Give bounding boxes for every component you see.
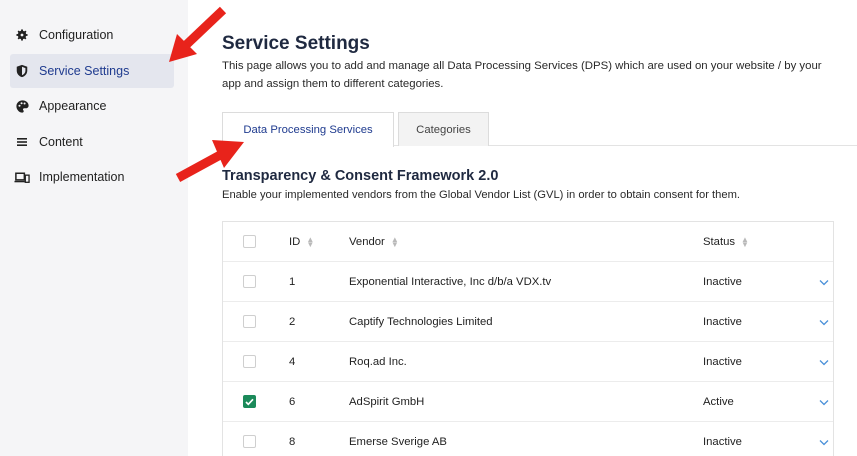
vendor-name: Exponential Interactive, Inc d/b/a VDX.t…: [349, 275, 552, 288]
sidebar-item-label: Content: [39, 135, 83, 149]
vendor-status: Inactive: [703, 315, 742, 328]
table-row[interactable]: 1 Exponential Interactive, Inc d/b/a VDX…: [223, 262, 833, 302]
sidebar-item-appearance[interactable]: Appearance: [10, 89, 174, 123]
vendor-name: Captify Technologies Limited: [349, 315, 493, 328]
tab-bar: Data Processing Services Categories: [222, 112, 857, 147]
sidebar-item-content[interactable]: Content: [10, 125, 174, 159]
page-title: Service Settings: [222, 33, 370, 54]
sidebar-item-implementation[interactable]: Implementation: [10, 160, 174, 194]
section-description: Enable your implemented vendors from the…: [222, 189, 741, 201]
vendor-table: ID ▲ ▼ Vendor ▲ ▼ Status ▲ ▼ 1 Exponential Int…: [222, 221, 834, 456]
table-row[interactable]: 2 Captify Technologies Limited Inactive: [223, 302, 833, 342]
row-checkbox[interactable]: [243, 355, 256, 368]
vendor-id: 2: [289, 315, 296, 328]
sidebar-item-service-settings[interactable]: Service Settings: [10, 54, 174, 88]
select-all-checkbox[interactable]: [243, 235, 256, 248]
vendor-status: Active: [703, 395, 734, 408]
vendor-id: 8: [289, 435, 296, 448]
column-header-vendor[interactable]: Vendor ▲ ▼: [349, 234, 399, 249]
sidebar: Configuration Service Settings Appearanc…: [0, 0, 188, 456]
main-content: Service Settings This page allows you to…: [188, 0, 857, 456]
vendor-status: Inactive: [703, 435, 742, 448]
page-description: This page allows you to add and manage a…: [222, 60, 822, 90]
column-header-id[interactable]: ID ▲ ▼: [289, 234, 315, 249]
shield-icon: [14, 63, 30, 79]
sidebar-item-configuration[interactable]: Configuration: [10, 18, 174, 52]
vendor-name: Roq.ad Inc.: [349, 355, 407, 368]
chevron-down-icon[interactable]: [819, 317, 829, 329]
vendor-id: 1: [289, 275, 296, 288]
sort-icon: ▲ ▼: [741, 234, 749, 249]
chevron-down-icon[interactable]: [819, 437, 829, 449]
row-checkbox[interactable]: [243, 435, 256, 448]
sidebar-item-label: Configuration: [39, 28, 114, 42]
row-checkbox-checked[interactable]: [243, 395, 256, 408]
vendor-name: Emerse Sverige AB: [349, 435, 447, 448]
tab-categories[interactable]: Categories: [398, 112, 489, 146]
palette-icon: [14, 98, 30, 114]
row-checkbox[interactable]: [243, 275, 256, 288]
chevron-down-icon[interactable]: [819, 357, 829, 369]
vendor-status: Inactive: [703, 275, 742, 288]
column-header-status[interactable]: Status ▲ ▼: [703, 234, 749, 249]
sort-icon: ▲ ▼: [306, 234, 315, 249]
section-title: Transparency & Consent Framework 2.0: [222, 168, 499, 184]
table-row[interactable]: 4 Roq.ad Inc. Inactive: [223, 342, 833, 382]
chevron-down-icon[interactable]: [819, 277, 829, 289]
vendor-id: 6: [289, 395, 296, 408]
table-header-row: ID ▲ ▼ Vendor ▲ ▼ Status ▲ ▼: [223, 222, 833, 262]
row-checkbox[interactable]: [243, 315, 256, 328]
table-row[interactable]: 8 Emerse Sverige AB Inactive: [223, 422, 833, 456]
vendor-name: AdSpirit GmbH: [349, 395, 425, 408]
gear-icon: [14, 27, 30, 43]
checkmark-icon: [245, 398, 254, 406]
vendor-id: 4: [289, 355, 296, 368]
chevron-down-icon[interactable]: [819, 397, 829, 409]
tab-data-processing-services[interactable]: Data Processing Services: [222, 112, 394, 147]
sidebar-item-label: Implementation: [39, 170, 125, 184]
content-lines-icon: [14, 134, 30, 150]
table-row[interactable]: 6 AdSpirit GmbH Active: [223, 382, 833, 422]
sort-icon: ▲ ▼: [390, 234, 399, 249]
devices-icon: [14, 169, 30, 185]
vendor-status: Inactive: [703, 355, 742, 368]
sidebar-item-label: Service Settings: [39, 64, 130, 78]
sidebar-item-label: Appearance: [39, 99, 107, 113]
